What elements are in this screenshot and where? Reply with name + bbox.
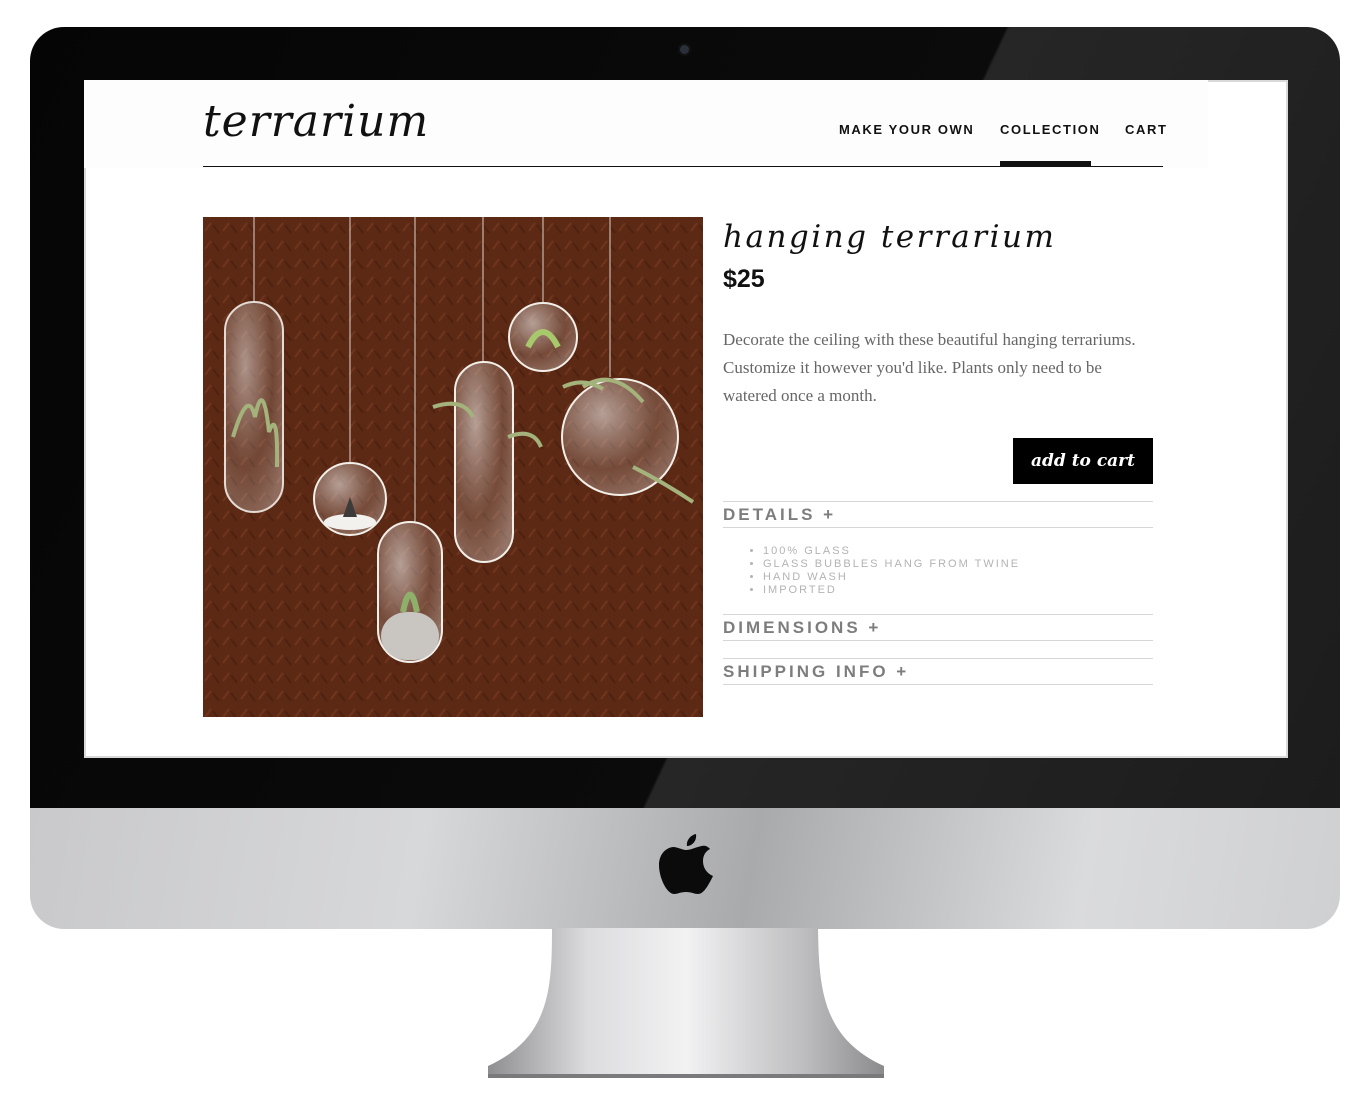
- details-toggle[interactable]: DETAILS +: [723, 505, 836, 525]
- list-item: IMPORTED: [763, 584, 1020, 597]
- header-divider: [203, 166, 1163, 167]
- product-image[interactable]: [203, 217, 703, 717]
- product-price: $25: [723, 265, 765, 293]
- nav-cart[interactable]: CART: [1125, 122, 1168, 137]
- dimensions-toggle[interactable]: DIMENSIONS +: [723, 618, 881, 638]
- screen: terrarium MAKE YOUR OWN COLLECTION CART: [84, 80, 1288, 758]
- camera-icon: [680, 45, 689, 54]
- list-item: 100% GLASS: [763, 545, 1020, 558]
- shipping-info-toggle[interactable]: SHIPPING INFO +: [723, 662, 909, 682]
- divider: [723, 658, 1153, 659]
- site-logo[interactable]: terrarium: [203, 96, 429, 147]
- nav-collection[interactable]: COLLECTION: [1000, 122, 1101, 137]
- product-title: hanging terrarium: [723, 219, 1057, 255]
- product-description: Decorate the ceiling with these beautifu…: [723, 330, 1136, 405]
- divider: [723, 501, 1153, 502]
- list-item: HAND WASH: [763, 571, 1020, 584]
- divider: [723, 684, 1153, 685]
- divider: [723, 527, 1153, 528]
- add-to-cart-button[interactable]: add to cart: [1013, 438, 1153, 484]
- divider: [723, 614, 1153, 615]
- list-item: GLASS BUBBLES HANG FROM TWINE: [763, 558, 1020, 571]
- apple-logo-icon: [659, 834, 713, 894]
- divider: [723, 640, 1153, 641]
- details-list: 100% GLASS GLASS BUBBLES HANG FROM TWINE…: [748, 545, 1020, 597]
- imac-stand: [488, 928, 884, 1078]
- nav-make-your-own[interactable]: MAKE YOUR OWN: [839, 122, 974, 137]
